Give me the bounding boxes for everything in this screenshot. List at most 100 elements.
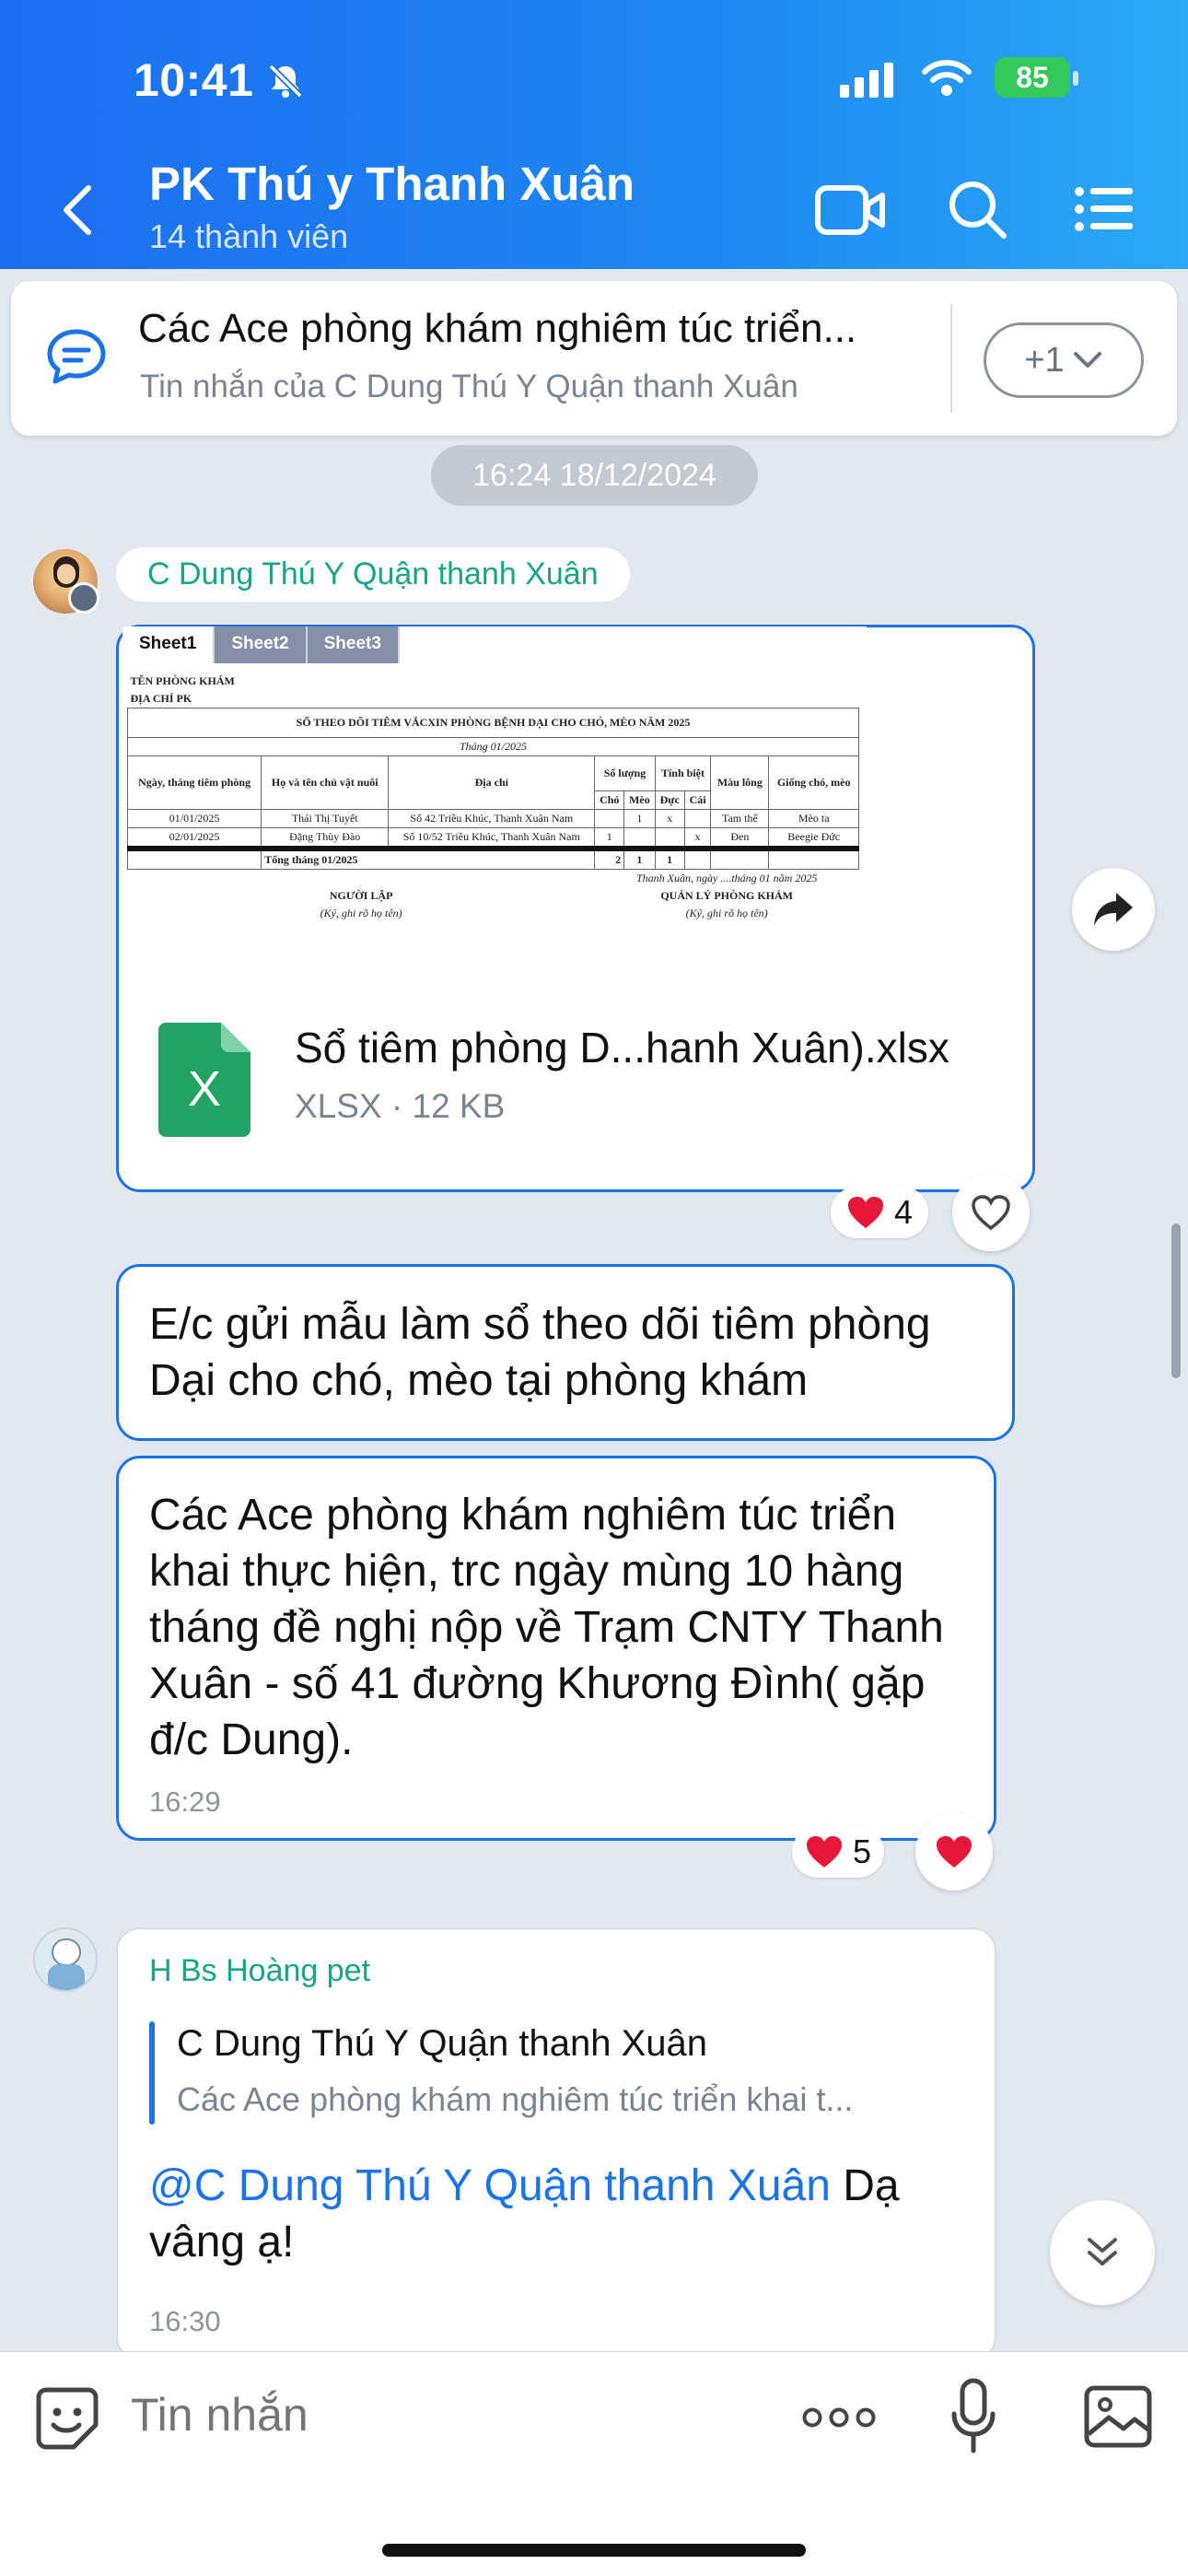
- react-button[interactable]: [952, 1174, 1030, 1251]
- manager-note: (Ký, ghi rõ họ tên): [685, 907, 768, 919]
- quote-author[interactable]: C Dung Thú Y Quận thanh Xuân: [177, 2023, 707, 2065]
- sub-header: Đực: [654, 790, 685, 810]
- microphone-icon[interactable]: [950, 2377, 996, 2456]
- mention-link[interactable]: @C Dung Thú Y Quận thanh Xuân: [149, 2161, 831, 2210]
- message-text: Các Ace phòng khám nghiêm túc triển khai…: [149, 1491, 944, 1764]
- total-cell: 2: [594, 848, 625, 870]
- cell: Số 10/52 Triều Khúc, Thanh Xuân Nam: [388, 827, 596, 849]
- heart-filled-icon: [847, 1197, 883, 1228]
- key-badge-icon: [68, 582, 99, 614]
- total-label: Tổng tháng 01/2025: [261, 848, 596, 870]
- scroll-down-icon: [1088, 2238, 1117, 2266]
- scrollbar-thumb[interactable]: [1171, 1224, 1181, 1378]
- cell: 02/01/2025: [126, 827, 262, 849]
- video-call-icon[interactable]: [814, 181, 888, 240]
- cell: 1: [594, 827, 625, 849]
- manager-label: QUẢN LÝ PHÒNG KHÁM: [660, 889, 793, 902]
- col-header: Số lượng: [594, 755, 656, 791]
- sheet-tab: Sheet2: [215, 626, 308, 663]
- cell: Số 42 Triều Khúc, Thanh Xuân Nam: [388, 809, 596, 828]
- signal-icon: [840, 61, 893, 98]
- battery-cap: [1073, 71, 1078, 86]
- member-count[interactable]: 14 thành viên: [149, 217, 348, 256]
- divider: [950, 304, 952, 413]
- heart-filled-icon: [806, 1836, 842, 1868]
- sub-header: Cái: [683, 790, 712, 810]
- total-cell: 1: [623, 848, 656, 870]
- battery-icon: 85: [995, 57, 1070, 98]
- chat-title[interactable]: PK Thú y Thanh Xuân: [149, 157, 635, 211]
- cell: [683, 809, 712, 828]
- sheet-title: SỔ THEO DÕI TIÊM VẮCXIN PHÒNG BỆNH DẠI C…: [127, 708, 859, 738]
- spreadsheet-preview[interactable]: Sheet1 Sheet2 Sheet3 TÊN PHÒNG KHÁM ĐỊA …: [122, 626, 867, 977]
- cell: [654, 827, 685, 849]
- pinned-more-button[interactable]: +1: [984, 322, 1144, 398]
- cell: [594, 809, 625, 828]
- col-header: Giống chó, mèo: [768, 755, 859, 810]
- sender-name[interactable]: C Dung Thú Y Quận thanh Xuân: [116, 547, 630, 602]
- message-time: 16:30: [149, 2305, 221, 2337]
- reaction-count-badge[interactable]: 4: [831, 1187, 928, 1238]
- cell: 01/01/2025: [126, 809, 262, 828]
- date-separator: 16:24 18/12/2024: [431, 445, 758, 506]
- sender-name[interactable]: H Bs Hoàng pet: [149, 1953, 370, 1989]
- reaction-count-badge[interactable]: 5: [792, 1826, 884, 1878]
- cell: x: [683, 827, 712, 849]
- cell: Đen: [710, 827, 770, 849]
- scroll-down-button[interactable]: [1050, 2200, 1155, 2305]
- message-text: @C Dung Thú Y Quận thanh Xuân Dạ vâng ạ!: [149, 2158, 960, 2270]
- heart-outline-icon: [972, 1195, 1010, 1231]
- col-header: Địa chỉ: [388, 755, 596, 810]
- sub-header: Chó: [594, 790, 625, 810]
- sticker-icon[interactable]: [33, 2384, 101, 2453]
- wifi-icon: [922, 60, 972, 96]
- total-cell: 1: [654, 848, 685, 870]
- clinic-name: TÊN PHÒNG KHÁM: [130, 674, 235, 687]
- sheet-tab: Sheet1: [122, 626, 215, 663]
- chat-header: 10:41 85 PK Thú y Thanh Xuân 14 thành vi…: [0, 0, 1188, 269]
- heart-filled-icon: [937, 1836, 972, 1868]
- cell: 1: [623, 809, 656, 828]
- total-row: Tổng tháng 01/2025 2 1 1: [126, 848, 859, 870]
- search-icon[interactable]: [945, 177, 1009, 241]
- pinned-message-source: Tin nhắn của C Dung Thú Y Quận thanh Xuâ…: [140, 369, 798, 404]
- preparer-note: (Ký, ghi rõ họ tên): [320, 907, 402, 919]
- preparer-label: NGƯỜI LẬP: [329, 889, 393, 902]
- message-composer: [0, 2351, 1188, 2576]
- share-arrow-icon: [1094, 893, 1133, 926]
- message-text: E/c gửi mẫu làm sổ theo dõi tiêm phòng D…: [149, 1300, 931, 1405]
- status-time: 10:41: [134, 54, 254, 106]
- clinic-address: ĐỊA CHỈ PK: [130, 692, 192, 705]
- avatar-hoang-pet[interactable]: [33, 1927, 98, 1992]
- menu-list-icon[interactable]: [1074, 184, 1135, 234]
- mute-bell-icon: [268, 64, 303, 99]
- back-icon[interactable]: [57, 182, 98, 238]
- chevron-down-icon: [1073, 352, 1101, 368]
- more-icon[interactable]: [801, 2401, 877, 2434]
- cell: Thái Thị Tuyết: [261, 809, 390, 828]
- cell: Tam thể: [710, 809, 770, 828]
- excel-file-icon[interactable]: X: [158, 1023, 250, 1137]
- reaction-count: 5: [852, 1832, 872, 1870]
- share-button[interactable]: [1072, 868, 1155, 951]
- spreadsheet-table: TÊN PHÒNG KHÁM ĐỊA CHỈ PK SỔ THEO DÕI TI…: [126, 673, 859, 922]
- image-icon[interactable]: [1083, 2384, 1153, 2449]
- message-input[interactable]: [131, 2388, 775, 2441]
- table-row: 02/01/2025 Đặng Thùy Đào Số 10/52 Triều …: [126, 827, 859, 849]
- col-header: Tính biệt: [654, 755, 712, 791]
- chat-bubble-icon: [47, 329, 106, 384]
- react-button[interactable]: [915, 1813, 993, 1891]
- cell: [623, 827, 656, 849]
- sheet-tab: Sheet3: [307, 626, 400, 663]
- cell: Mèo ta: [768, 809, 859, 828]
- sub-header: Mèo: [623, 790, 656, 810]
- home-indicator: [382, 2544, 806, 2557]
- quote-bar: [149, 2021, 155, 2125]
- file-name[interactable]: Sổ tiêm phòng D...hanh Xuân).xlsx: [295, 1023, 949, 1072]
- message-time: 16:29: [149, 1786, 221, 1818]
- reply-message-bubble[interactable]: [116, 1927, 996, 2360]
- excel-letter: X: [188, 1061, 221, 1117]
- sheet-month: Tháng 01/2025: [127, 737, 859, 756]
- pinned-message-text[interactable]: Các Ace phòng khám nghiêm túc triển...: [138, 306, 921, 352]
- quote-text[interactable]: Các Ace phòng khám nghiêm túc triển khai…: [177, 2080, 853, 2119]
